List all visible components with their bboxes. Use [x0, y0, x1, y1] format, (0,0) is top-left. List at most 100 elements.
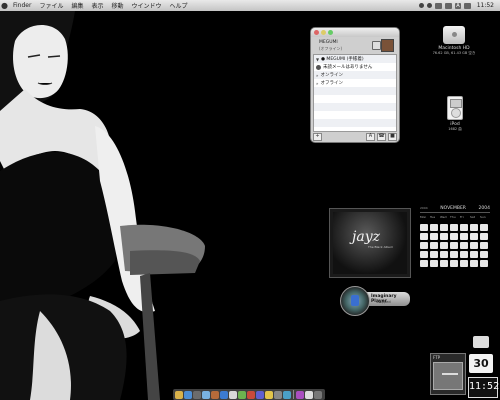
calendar-day[interactable] — [480, 260, 488, 267]
play-button[interactable] — [351, 295, 359, 306]
dock-app-icon[interactable] — [220, 390, 228, 399]
dock-app-icon[interactable] — [229, 390, 237, 399]
input-menu-icon[interactable]: A — [455, 2, 461, 9]
menu-edit[interactable]: 編集 — [67, 1, 87, 10]
menu-go[interactable]: 移動 — [108, 1, 128, 10]
dock-app-icon[interactable] — [256, 390, 264, 399]
clock-widget[interactable]: 11:52 — [468, 377, 499, 398]
calendar-day[interactable] — [420, 260, 428, 267]
video-chat-button[interactable]: ■ — [388, 132, 397, 141]
status-icon[interactable] — [419, 3, 425, 8]
dock-app-icon[interactable] — [314, 390, 322, 399]
dock-app-icon[interactable] — [175, 390, 183, 399]
airport-icon[interactable] — [435, 2, 443, 9]
user-name: MEGUMI — [319, 40, 338, 45]
close-button[interactable] — [314, 30, 319, 35]
calendar-day[interactable] — [450, 260, 458, 267]
date-widget[interactable]: 30 — [469, 354, 493, 373]
apple-menu-icon[interactable]: ● — [0, 1, 9, 10]
dock-app-icon[interactable] — [283, 390, 291, 399]
mini-widget[interactable] — [473, 336, 489, 348]
menu-view[interactable]: 表示 — [87, 1, 107, 10]
ipod-icon — [447, 96, 463, 120]
text-chat-button[interactable]: A — [366, 132, 375, 141]
dock-app-icon[interactable] — [211, 390, 219, 399]
menu-help[interactable]: ヘルプ — [166, 1, 192, 10]
minimize-button[interactable] — [321, 30, 326, 35]
list-item[interactable]: 未読メールはありません — [314, 63, 396, 71]
battery-icon[interactable] — [463, 2, 471, 9]
calendar-day[interactable] — [430, 242, 438, 249]
status-icon[interactable] — [427, 3, 433, 8]
calendar-day[interactable] — [460, 260, 468, 267]
chevron-down-icon[interactable]: ▼ — [316, 57, 319, 62]
dock-app-icon[interactable] — [265, 390, 273, 399]
calendar-day[interactable] — [430, 260, 438, 267]
calendar-day[interactable] — [450, 224, 458, 231]
calendar-day[interactable] — [430, 233, 438, 240]
user-status[interactable]: (オフライン) — [319, 46, 342, 52]
desktop-icon-ipod[interactable]: iPod 1682 曲 — [438, 96, 472, 132]
calendar-day[interactable] — [480, 251, 488, 258]
dock-app-icon[interactable] — [305, 390, 313, 399]
calendar-grid — [420, 224, 490, 267]
calendar-day[interactable] — [470, 251, 478, 258]
calendar-day[interactable] — [440, 224, 448, 231]
calendar-widget[interactable]: 2004 NOVEMBER 2004 Mon Tue Wed Thu Fri S… — [420, 206, 490, 274]
group-online[interactable]: » オンライン — [314, 71, 396, 79]
calendar-day[interactable] — [460, 224, 468, 231]
calendar-day[interactable] — [420, 251, 428, 258]
player-disc[interactable] — [340, 286, 370, 316]
window-titlebar[interactable] — [311, 28, 399, 37]
dock-app-icon[interactable] — [184, 390, 192, 399]
dock-app-icon[interactable] — [247, 390, 255, 399]
menubar-clock[interactable]: 11:52 — [477, 2, 494, 9]
chevron-right-icon[interactable]: » — [316, 81, 318, 86]
icon-sublabel: 1682 曲 — [448, 127, 462, 131]
calendar-day[interactable] — [470, 224, 478, 231]
album-art-widget[interactable]: jayz The Black Album — [329, 208, 411, 278]
calendar-day[interactable] — [470, 242, 478, 249]
calendar-day[interactable] — [440, 260, 448, 267]
ftp-widget[interactable]: FTP — [430, 353, 466, 395]
ftp-drop-area[interactable] — [433, 362, 463, 390]
calendar-day[interactable] — [420, 224, 428, 231]
calendar-day[interactable] — [450, 251, 458, 258]
calendar-day[interactable] — [420, 242, 428, 249]
menu-file[interactable]: ファイル — [35, 1, 67, 10]
calendar-day[interactable] — [440, 251, 448, 258]
calendar-day[interactable] — [460, 233, 468, 240]
list-item[interactable]: ▼ ● MEGUMI (手帳着) — [314, 55, 396, 63]
calendar-day[interactable] — [460, 242, 468, 249]
calendar-day[interactable] — [470, 260, 478, 267]
calendar-day[interactable] — [480, 233, 488, 240]
avatar[interactable] — [381, 39, 394, 52]
zoom-button[interactable] — [328, 30, 333, 35]
group-offline[interactable]: » オフライン — [314, 79, 396, 87]
dock-app-icon[interactable] — [202, 390, 210, 399]
desktop-icon-hard-disk[interactable]: Macintosh HD 76.62 GB, 61.43 GB 空き — [428, 26, 480, 56]
dock-app-icon[interactable] — [193, 390, 201, 399]
calendar-day[interactable] — [450, 233, 458, 240]
calendar-day[interactable] — [430, 251, 438, 258]
calendar-day[interactable] — [460, 251, 468, 258]
menu-finder[interactable]: Finder — [9, 2, 35, 9]
add-buddy-button[interactable]: + — [313, 132, 322, 141]
calendar-day[interactable] — [440, 242, 448, 249]
dock-app-icon[interactable] — [238, 390, 246, 399]
calendar-day[interactable] — [450, 242, 458, 249]
calendar-day[interactable] — [420, 233, 428, 240]
menu-window[interactable]: ウインドウ — [128, 1, 166, 10]
calendar-day[interactable] — [480, 242, 488, 249]
calendar-day[interactable] — [430, 224, 438, 231]
calendar-day[interactable] — [480, 224, 488, 231]
chevron-right-icon[interactable]: » — [316, 73, 318, 78]
window-footer: + A ☎ ■ — [313, 132, 397, 141]
dock-app-icon[interactable] — [296, 390, 304, 399]
audio-chat-button[interactable]: ☎ — [377, 132, 386, 141]
media-player-widget[interactable]: Imaginary Player Stopped — [340, 286, 410, 316]
calendar-day[interactable] — [470, 233, 478, 240]
calendar-day[interactable] — [440, 233, 448, 240]
dock-app-icon[interactable] — [274, 390, 282, 399]
volume-icon[interactable] — [445, 2, 453, 9]
